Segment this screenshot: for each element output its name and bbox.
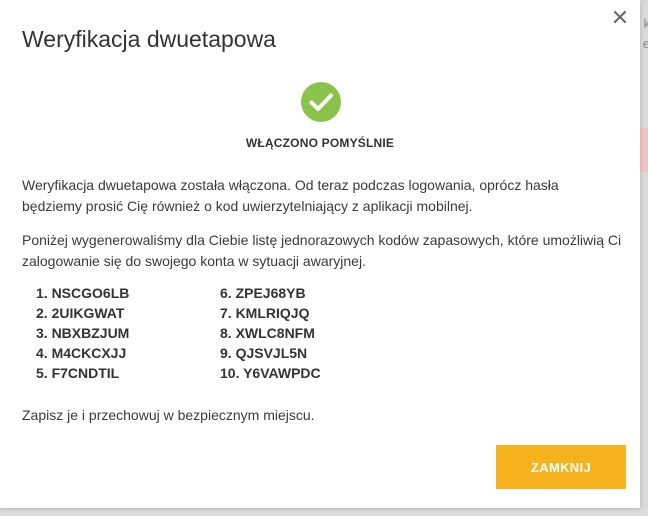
backup-code: 5. F7CNDTIL bbox=[36, 365, 120, 381]
backup-code: 1. NSCGO6LB bbox=[36, 285, 130, 301]
modal-title: Weryfikacja dwuetapowa bbox=[22, 26, 276, 52]
backup-code: 6. ZPEJ68YB bbox=[220, 285, 306, 301]
check-circle-icon bbox=[301, 82, 341, 122]
background-peek-text: k bbox=[643, 16, 648, 31]
close-button[interactable]: ZAMKNIJ bbox=[496, 445, 626, 489]
two-factor-modal: ✕ Weryfikacja dwuetapowa WŁĄCZONO POMYŚL… bbox=[0, 0, 640, 508]
backup-code: 8. XWLC8NFM bbox=[220, 325, 315, 341]
backup-codes-column-left: 1. NSCGO6LB 2. 2UIKGWAT 3. NBXBZJUM 4. M… bbox=[36, 285, 129, 385]
backup-code: 2. 2UIKGWAT bbox=[36, 305, 125, 321]
backup-code: 7. KMLRIQJQ bbox=[220, 305, 310, 321]
background-alert-strip bbox=[640, 128, 648, 172]
save-codes-hint: Zapisz je i przechowuj w bezpiecznym mie… bbox=[22, 407, 315, 423]
backup-code: 10. Y6VAWPDC bbox=[220, 365, 321, 381]
enabled-description: Weryfikacja dwuetapowa została włączona.… bbox=[22, 177, 559, 214]
backup-code: 4. M4CKCXJJ bbox=[36, 345, 127, 361]
close-icon[interactable]: ✕ bbox=[610, 7, 630, 29]
backup-codes-column-right: 6. ZPEJ68YB 7. KMLRIQJQ 8. XWLC8NFM 9. Q… bbox=[220, 285, 321, 385]
backup-code: 3. NBXBZJUM bbox=[36, 325, 130, 341]
backup-code: 9. QJSVJL5N bbox=[220, 345, 308, 361]
success-status: WŁĄCZONO POMYŚLNIE bbox=[245, 136, 395, 150]
background-peek-text: e bbox=[642, 36, 648, 51]
background-bottom-edge bbox=[0, 508, 648, 516]
backup-codes-description: Poniżej wygenerowaliśmy dla Ciebie listę… bbox=[22, 232, 622, 269]
